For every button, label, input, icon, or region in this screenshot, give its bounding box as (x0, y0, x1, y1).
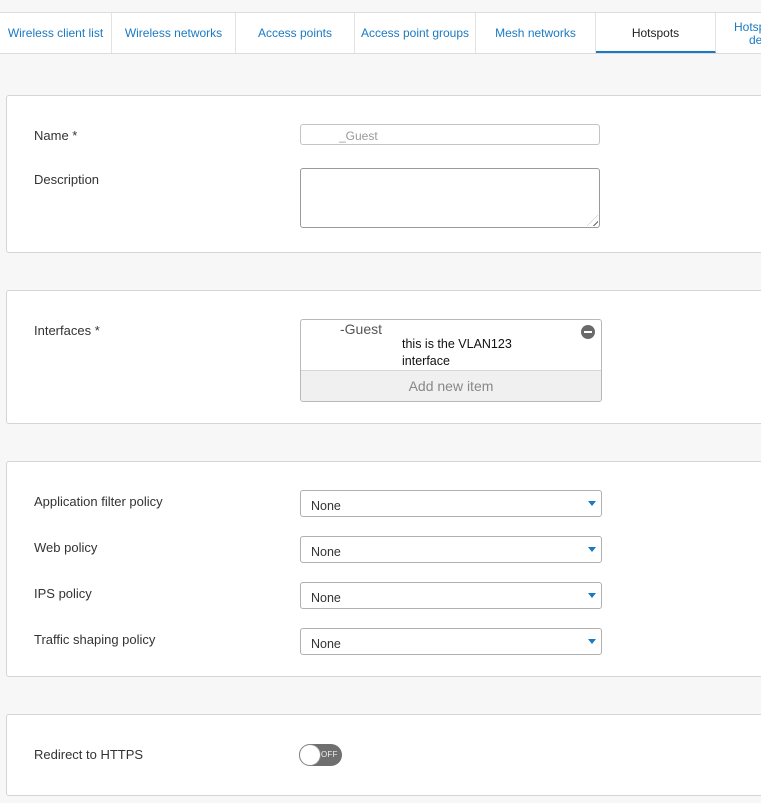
chevron-down-icon (588, 547, 596, 552)
ips-policy-value: None (311, 591, 341, 605)
tab-bar: Wireless client list Wireless networks A… (0, 12, 761, 54)
web-policy-value: None (311, 545, 341, 559)
remove-item-icon[interactable] (581, 325, 595, 339)
web-policy-label: Web policy (34, 540, 98, 555)
policies-section: Application filter policy None Web polic… (6, 461, 761, 677)
tab-wireless-client-list[interactable]: Wireless client list (0, 13, 112, 53)
tab-access-point-groups[interactable]: Access point groups (355, 13, 476, 53)
tab-hotspot-settings-partial[interactable]: Hotsp de (716, 13, 761, 53)
description-input[interactable] (300, 168, 600, 228)
chevron-down-icon (588, 501, 596, 506)
add-new-item-button[interactable]: Add new item (301, 370, 601, 401)
tab-hotspots[interactable]: Hotspots (596, 13, 716, 53)
interfaces-label: Interfaces * (34, 323, 100, 338)
toggle-knob (300, 745, 320, 765)
list-item: -Guest this is the VLAN123 interface (301, 320, 601, 370)
app-filter-policy-select[interactable]: None (300, 490, 602, 517)
traffic-shaping-policy-value: None (311, 637, 341, 651)
traffic-shaping-policy-select[interactable]: None (300, 628, 602, 655)
web-policy-select[interactable]: None (300, 536, 602, 563)
chevron-down-icon (588, 593, 596, 598)
tab-partial-line2: de (749, 33, 761, 47)
redirect-section: Redirect to HTTPS OFF (6, 714, 761, 796)
ips-policy-label: IPS policy (34, 586, 92, 601)
description-label: Description (34, 172, 100, 187)
name-label: Name * (34, 128, 78, 143)
traffic-shaping-policy-label: Traffic shaping policy (34, 632, 156, 647)
interfaces-section: Interfaces * -Guest this is the VLAN123 … (6, 290, 761, 424)
interface-item-value: -Guest (340, 321, 383, 337)
general-section: Name * Description (6, 95, 761, 253)
description-wrapper (300, 168, 600, 228)
tab-wireless-networks[interactable]: Wireless networks (112, 13, 236, 53)
interfaces-list: -Guest this is the VLAN123 interface Add… (300, 319, 602, 402)
chevron-down-icon (588, 639, 596, 644)
name-input[interactable] (300, 124, 600, 145)
tab-access-points[interactable]: Access points (236, 13, 355, 53)
interface-item-note: this is the VLAN123 interface (402, 336, 522, 370)
redirect-https-label: Redirect to HTTPS (34, 747, 144, 762)
app-filter-policy-label: Application filter policy (34, 494, 163, 509)
toggle-state-text: OFF (321, 750, 338, 759)
ips-policy-select[interactable]: None (300, 582, 602, 609)
tab-mesh-networks[interactable]: Mesh networks (476, 13, 596, 53)
app-filter-policy-value: None (311, 499, 341, 513)
redirect-https-toggle[interactable]: OFF (299, 744, 342, 766)
